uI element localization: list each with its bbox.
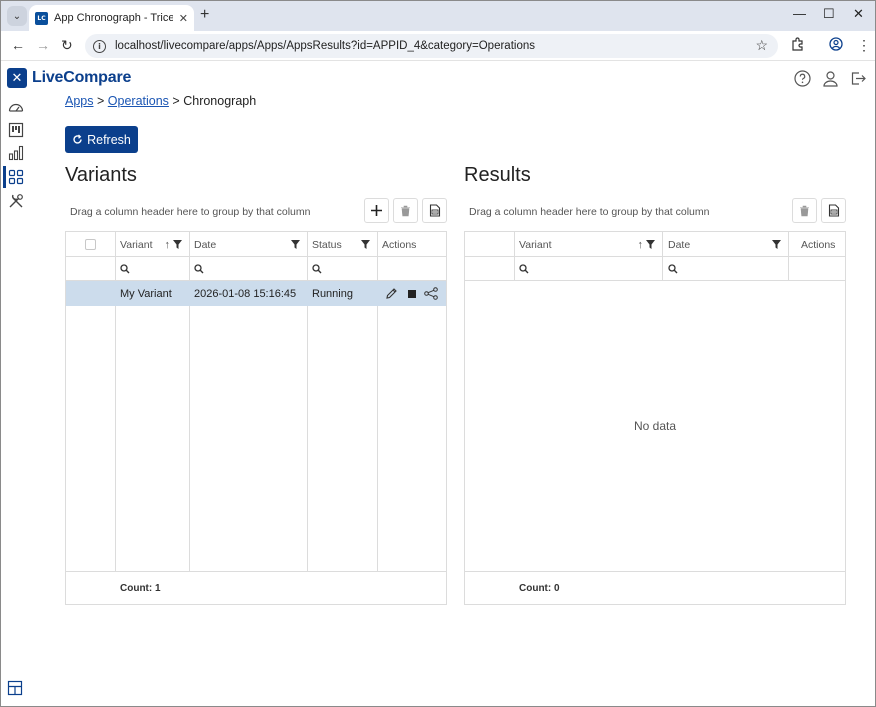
kanban-icon[interactable] [7, 121, 25, 139]
sidebar-active-indicator [3, 166, 6, 188]
export-results-button[interactable] [821, 198, 846, 223]
variant-filter-search-icon[interactable] [519, 257, 529, 281]
reload-button[interactable]: ↻ [61, 37, 73, 53]
address-bar[interactable]: i localhost/livecompare/apps/Apps/AppsRe… [85, 34, 778, 58]
browser-window: ⌄ LC App Chronograph - Tricentis Li ✕ + … [0, 0, 876, 707]
filter-icon[interactable] [772, 240, 781, 249]
filter-icon[interactable] [361, 240, 370, 249]
tab-close-icon[interactable]: ✕ [179, 12, 188, 25]
refresh-icon [73, 134, 82, 144]
date-filter-search-icon[interactable] [194, 257, 204, 281]
variants-group-panel[interactable]: Drag a column header here to group by th… [70, 206, 310, 218]
minimize-button[interactable]: — [793, 7, 806, 21]
stop-icon[interactable] [408, 281, 416, 306]
column-status-label: Status [312, 238, 342, 251]
breadcrumb-operations-link[interactable]: Operations [108, 94, 169, 108]
add-variant-button[interactable] [364, 198, 389, 223]
bookmark-star-icon[interactable]: ☆ [755, 37, 768, 54]
filter-icon[interactable] [173, 240, 182, 249]
filter-icon[interactable] [646, 240, 655, 249]
column-actions-label: Actions [801, 238, 836, 251]
site-info-icon[interactable]: i [93, 39, 106, 53]
variants-grid: Variant ↑ Date Status Actions My Variant… [65, 231, 447, 605]
sort-ascending-icon[interactable]: ↑ [165, 239, 171, 251]
breadcrumb-apps-link[interactable]: Apps [65, 94, 94, 108]
logo-mark-icon: ✕ [7, 68, 27, 88]
date-filter-search-icon[interactable] [668, 257, 678, 281]
logout-icon[interactable] [850, 70, 867, 87]
sort-ascending-icon[interactable]: ↑ [638, 239, 644, 251]
back-button[interactable]: ← [11, 37, 25, 53]
forward-button[interactable]: → [36, 37, 50, 53]
logo-text: LiveCompare [32, 69, 132, 86]
column-header-actions: Actions [382, 232, 416, 257]
variant-filter-search-icon[interactable] [120, 257, 130, 281]
maximize-button[interactable]: ☐ [823, 7, 835, 21]
breadcrumb-separator: > [172, 94, 180, 108]
close-window-button[interactable]: ✕ [853, 7, 864, 21]
variants-title: Variants [65, 164, 137, 186]
delete-result-button[interactable] [792, 198, 817, 223]
tools-icon[interactable] [7, 192, 25, 210]
column-header-date[interactable]: Date [668, 232, 787, 257]
column-date-label: Date [194, 238, 217, 251]
results-grid: Variant ↑ Date Actions No data Count: 0 [464, 231, 846, 605]
results-group-panel[interactable]: Drag a column header here to group by th… [469, 206, 709, 218]
column-variant-label: Variant [519, 238, 552, 251]
breadcrumb: Apps > Operations > Chronograph [65, 94, 256, 108]
user-icon[interactable] [822, 70, 839, 87]
app-logo[interactable]: ✕ LiveCompare [7, 68, 131, 88]
dashboard-icon[interactable] [7, 98, 25, 116]
table-row[interactable]: My Variant 2026-01-08 15:16:45 Running [66, 281, 446, 306]
variant-name-cell: My Variant [120, 287, 172, 300]
variant-status-cell: Running [312, 287, 353, 300]
column-date-label: Date [668, 238, 691, 251]
breadcrumb-current: Chronograph [183, 94, 257, 108]
variant-date-cell: 2026-01-08 15:16:45 [194, 287, 297, 300]
new-tab-button[interactable]: + [200, 7, 209, 23]
header-actions [794, 70, 867, 87]
variants-grid-footer: Count: 1 [66, 571, 446, 604]
variants-count: Count: 1 [120, 583, 161, 594]
column-header-variant[interactable]: Variant ↑ [120, 232, 188, 257]
tab-title: App Chronograph - Tricentis Li [54, 12, 173, 24]
layout-icon[interactable] [7, 680, 25, 698]
refresh-label: Refresh [87, 132, 131, 147]
column-header-variant[interactable]: Variant ↑ [519, 232, 661, 257]
no-data-message: No data [634, 419, 677, 433]
breadcrumb-separator: > [96, 94, 105, 108]
edit-icon[interactable] [385, 281, 398, 306]
delete-variant-button[interactable] [393, 198, 418, 223]
export-variants-button[interactable] [422, 198, 447, 223]
share-icon[interactable] [424, 281, 438, 306]
profile-icon[interactable] [829, 37, 843, 54]
column-actions-label: Actions [382, 238, 417, 251]
apps-grid-icon[interactable] [7, 168, 25, 186]
refresh-button[interactable]: Refresh [65, 126, 138, 153]
browser-tab[interactable]: LC App Chronograph - Tricentis Li ✕ [29, 5, 194, 31]
column-header-actions: Actions [801, 232, 835, 257]
column-variant-label: Variant [120, 238, 153, 251]
extensions-icon[interactable] [791, 37, 805, 54]
tab-search-button[interactable]: ⌄ [7, 6, 27, 26]
url-text: localhost/livecompare/apps/Apps/AppsResu… [115, 40, 535, 52]
browser-toolbar: ← → ↻ i localhost/livecompare/apps/Apps/… [1, 31, 875, 61]
status-filter-search-icon[interactable] [312, 257, 322, 281]
results-count: Count: 0 [519, 583, 560, 594]
column-header-date[interactable]: Date [194, 232, 306, 257]
bar-chart-icon[interactable] [7, 144, 25, 162]
app-root: ✕ LiveCompare Apps > Operations > Chrono… [1, 62, 875, 706]
help-icon[interactable] [794, 70, 811, 87]
tab-strip: ⌄ LC App Chronograph - Tricentis Li ✕ + … [1, 1, 875, 31]
favicon: LC [35, 11, 48, 25]
results-title: Results [464, 164, 531, 186]
column-header-status[interactable]: Status [312, 232, 376, 257]
results-grid-footer: Count: 0 [465, 571, 845, 604]
filter-icon[interactable] [291, 240, 300, 249]
select-all-checkbox[interactable] [85, 232, 96, 257]
browser-menu-icon[interactable]: ⋮ [857, 37, 871, 53]
